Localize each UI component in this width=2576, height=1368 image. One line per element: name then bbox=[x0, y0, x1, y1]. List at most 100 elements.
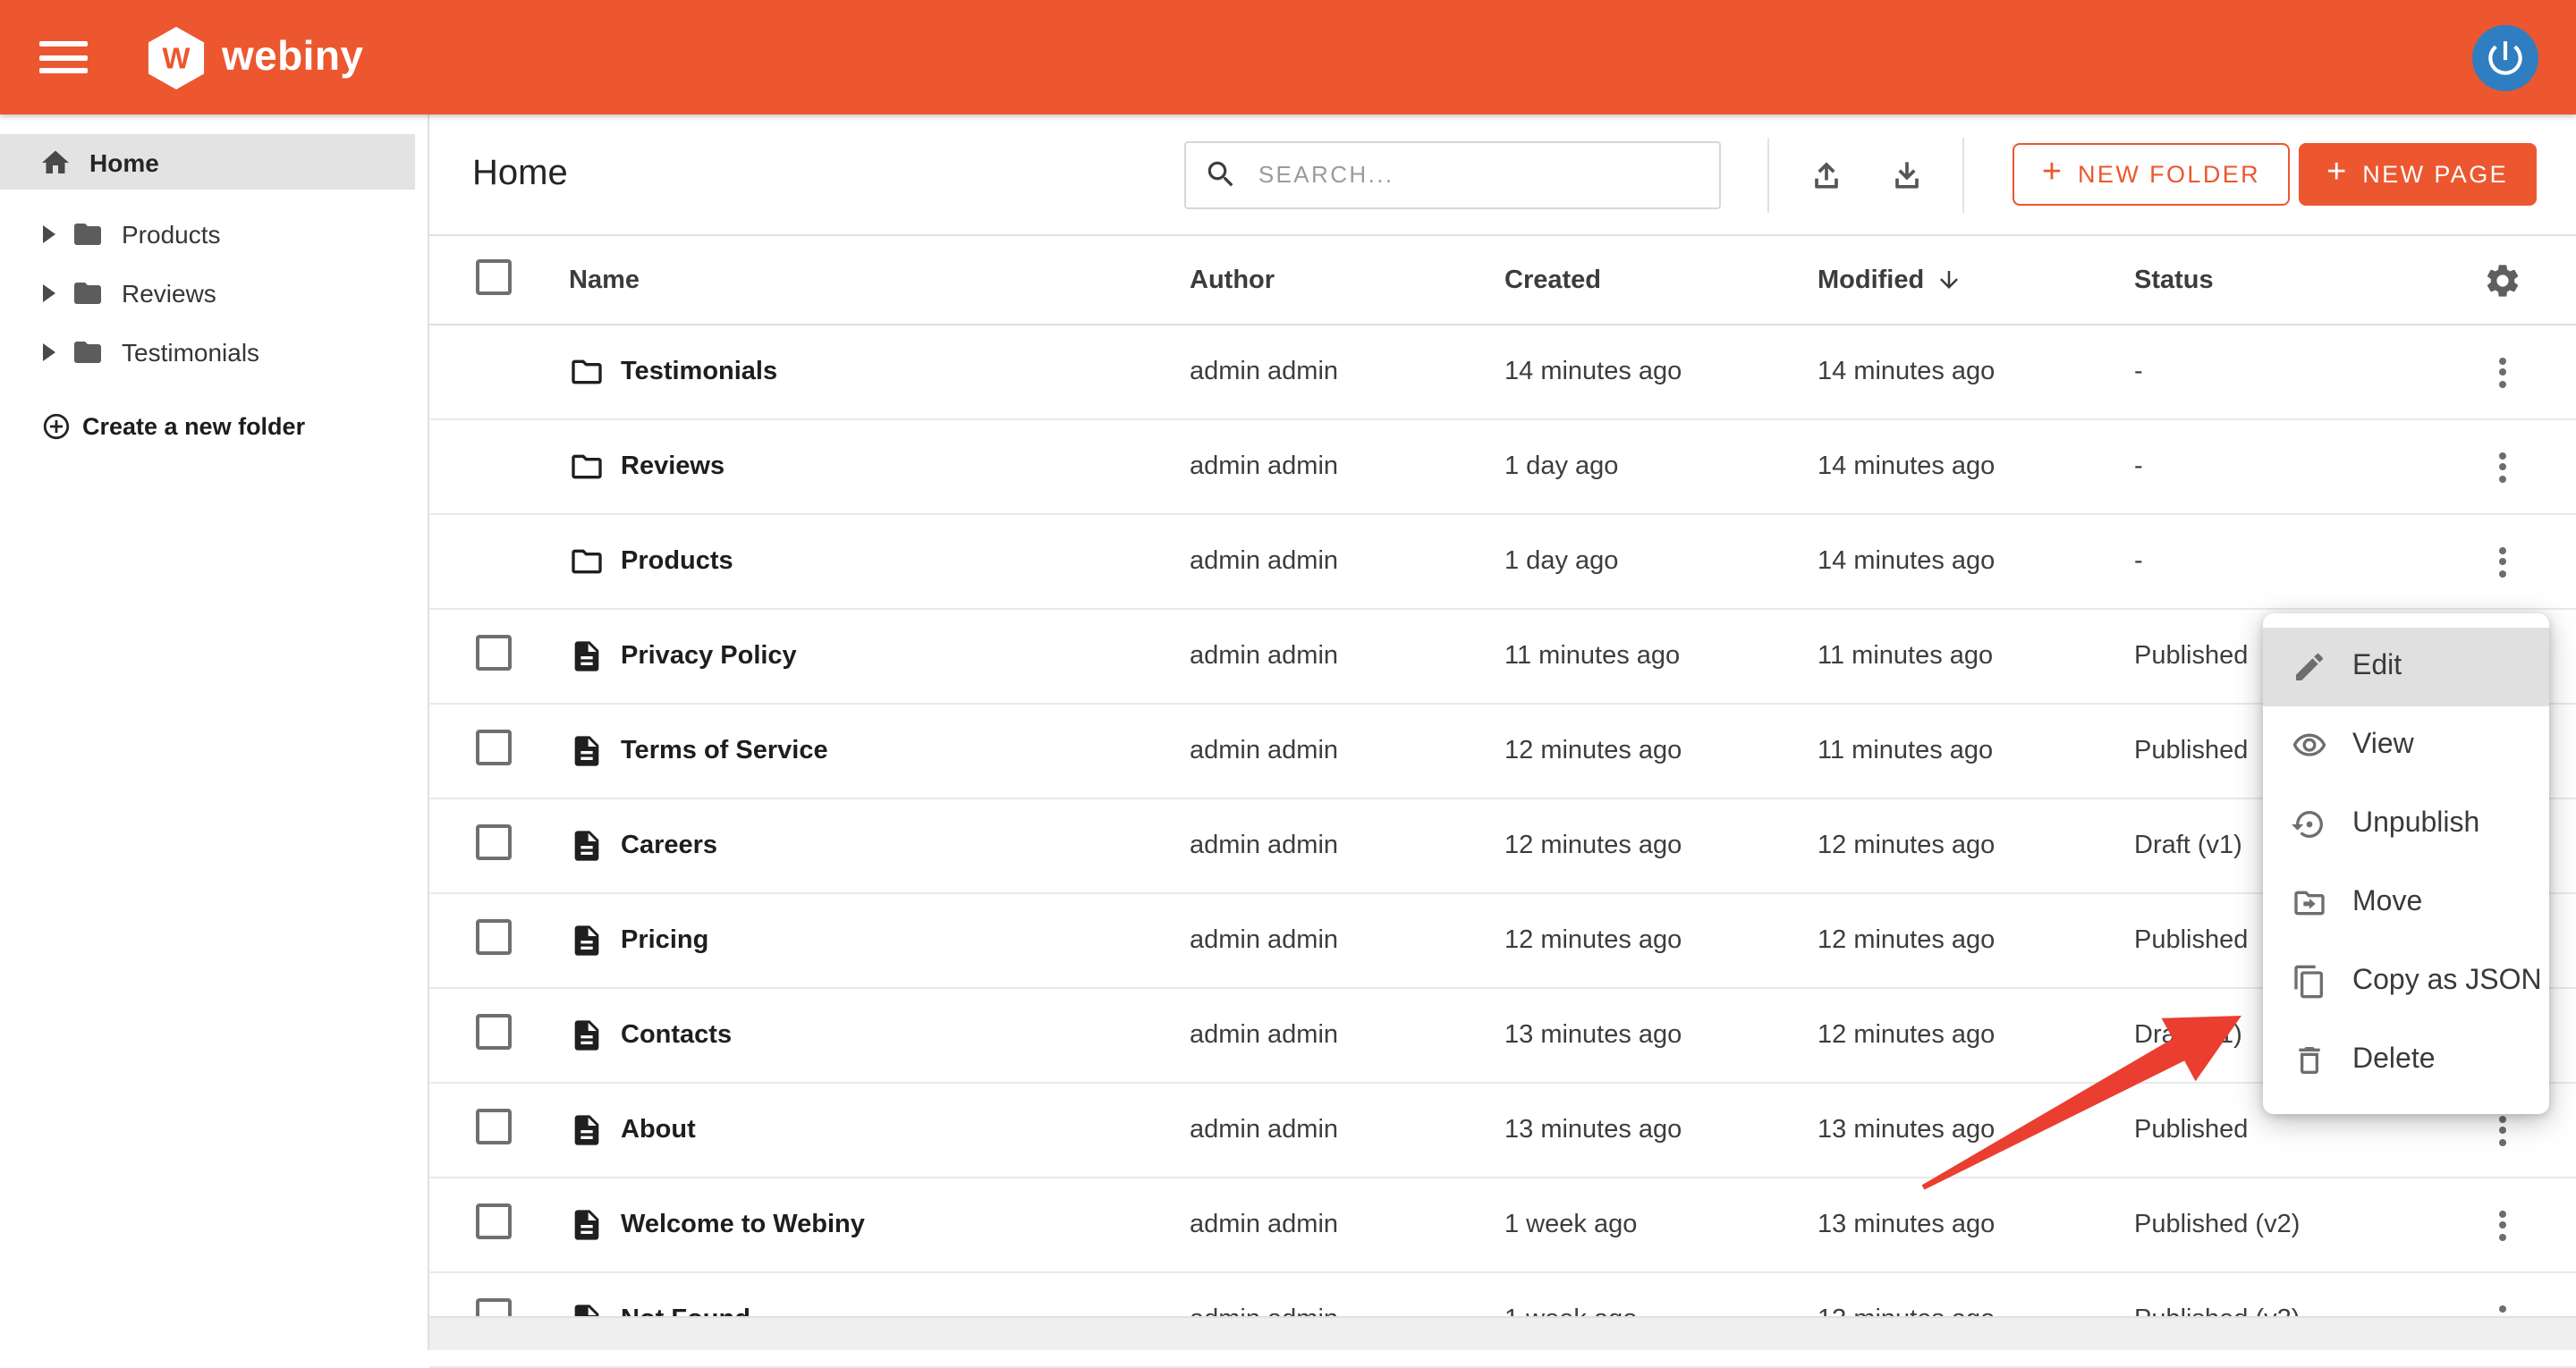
table-row[interactable]: Products admin admin 1 day ago 14 minute… bbox=[429, 515, 2576, 610]
document-icon bbox=[569, 1207, 605, 1243]
folder-icon bbox=[569, 354, 605, 390]
menu-item-edit[interactable]: Edit bbox=[2263, 628, 2549, 706]
create-new-folder-button[interactable]: Create a new folder bbox=[0, 411, 428, 442]
folder-icon bbox=[72, 276, 104, 308]
home-icon bbox=[39, 146, 72, 178]
user-avatar[interactable] bbox=[2472, 24, 2538, 90]
row-status: - bbox=[2134, 452, 2429, 481]
sidebar-item-products[interactable]: Products bbox=[0, 204, 428, 263]
row-name[interactable]: Welcome to Webiny bbox=[621, 1211, 865, 1239]
new-folder-button[interactable]: + NEW FOLDER bbox=[2013, 143, 2289, 206]
row-modified: 14 minutes ago bbox=[1818, 358, 2134, 386]
power-icon bbox=[2483, 35, 2528, 80]
table-row[interactable]: Privacy Policy admin admin 11 minutes ag… bbox=[429, 610, 2576, 705]
table-settings-gear-icon[interactable] bbox=[2483, 260, 2522, 300]
table-row[interactable]: Contacts admin admin 13 minutes ago 12 m… bbox=[429, 989, 2576, 1084]
sidebar-item-home[interactable]: Home bbox=[0, 134, 415, 190]
row-author: admin admin bbox=[1190, 737, 1504, 765]
row-name[interactable]: Contacts bbox=[621, 1021, 732, 1050]
row-actions-kebab-icon[interactable] bbox=[2488, 1198, 2517, 1252]
menu-item-label: View bbox=[2352, 730, 2414, 762]
caret-right-icon[interactable] bbox=[43, 342, 55, 360]
row-name[interactable]: Terms of Service bbox=[621, 737, 828, 765]
export-button[interactable] bbox=[1867, 139, 1947, 210]
table-row[interactable]: Reviews admin admin 1 day ago 14 minutes… bbox=[429, 420, 2576, 515]
menu-item-move[interactable]: Move bbox=[2263, 864, 2549, 942]
row-checkbox[interactable] bbox=[476, 919, 512, 955]
row-modified: 12 minutes ago bbox=[1818, 926, 2134, 955]
row-modified: 12 minutes ago bbox=[1818, 1021, 2134, 1050]
row-name[interactable]: About bbox=[621, 1116, 696, 1144]
row-author: admin admin bbox=[1190, 642, 1504, 671]
sidebar-item-label: Reviews bbox=[122, 278, 216, 307]
row-author: admin admin bbox=[1190, 926, 1504, 955]
table-body: Testimonials admin admin 14 minutes ago … bbox=[429, 325, 2576, 1368]
menu-item-unpublish[interactable]: Unpublish bbox=[2263, 785, 2549, 864]
row-actions-kebab-icon[interactable] bbox=[2488, 535, 2517, 588]
row-modified: 11 minutes ago bbox=[1818, 737, 2134, 765]
menu-item-label: Delete bbox=[2352, 1044, 2436, 1077]
row-author: admin admin bbox=[1190, 1211, 1504, 1239]
new-folder-label: NEW FOLDER bbox=[2078, 161, 2260, 188]
hamburger-menu-icon[interactable] bbox=[39, 33, 88, 81]
sidebar-item-label: Products bbox=[122, 219, 221, 248]
table-row[interactable]: Welcome to Webiny admin admin 1 week ago… bbox=[429, 1178, 2576, 1273]
row-name[interactable]: Products bbox=[621, 547, 733, 576]
column-header-created[interactable]: Created bbox=[1504, 266, 1818, 294]
column-header-name[interactable]: Name bbox=[569, 266, 1190, 294]
import-button[interactable] bbox=[1786, 139, 1867, 210]
row-actions-kebab-icon[interactable] bbox=[2488, 440, 2517, 494]
sidebar-item-reviews[interactable]: Reviews bbox=[0, 263, 428, 322]
row-created: 11 minutes ago bbox=[1504, 642, 1818, 671]
row-checkbox[interactable] bbox=[476, 635, 512, 671]
row-name[interactable]: Pricing bbox=[621, 926, 708, 955]
folder-move-icon bbox=[2292, 885, 2327, 921]
document-icon bbox=[569, 1018, 605, 1053]
row-author: admin admin bbox=[1190, 832, 1504, 860]
row-author: admin admin bbox=[1190, 1021, 1504, 1050]
menu-item-copy-as-json[interactable]: Copy as JSON bbox=[2263, 942, 2549, 1021]
row-checkbox[interactable] bbox=[476, 730, 512, 765]
table-row[interactable]: Testimonials admin admin 14 minutes ago … bbox=[429, 325, 2576, 420]
plus-icon: + bbox=[2326, 153, 2346, 192]
toolbar-divider bbox=[1963, 137, 1965, 212]
table-row[interactable]: About admin admin 13 minutes ago 13 minu… bbox=[429, 1084, 2576, 1178]
new-page-button[interactable]: + NEW PAGE bbox=[2298, 143, 2537, 206]
row-name[interactable]: Privacy Policy bbox=[621, 642, 797, 671]
menu-item-label: Move bbox=[2352, 887, 2422, 919]
menu-item-delete[interactable]: Delete bbox=[2263, 1021, 2549, 1100]
page-title: Home bbox=[472, 154, 568, 195]
select-all-checkbox[interactable] bbox=[476, 258, 512, 294]
row-created: 1 day ago bbox=[1504, 547, 1818, 576]
caret-right-icon[interactable] bbox=[43, 283, 55, 301]
row-name[interactable]: Careers bbox=[621, 832, 717, 860]
row-created: 13 minutes ago bbox=[1504, 1021, 1818, 1050]
row-status: - bbox=[2134, 358, 2429, 386]
menu-item-view[interactable]: View bbox=[2263, 706, 2549, 785]
column-header-status[interactable]: Status bbox=[2134, 266, 2429, 294]
table-row[interactable]: Terms of Service admin admin 12 minutes … bbox=[429, 705, 2576, 799]
row-author: admin admin bbox=[1190, 358, 1504, 386]
row-modified: 12 minutes ago bbox=[1818, 832, 2134, 860]
search-input[interactable] bbox=[1255, 159, 1702, 190]
sidebar-folder-tree: Products Reviews Testimonials bbox=[0, 204, 428, 381]
search-box[interactable] bbox=[1185, 140, 1722, 208]
column-header-author[interactable]: Author bbox=[1190, 266, 1504, 294]
row-modified: 11 minutes ago bbox=[1818, 642, 2134, 671]
table-header: Name Author Created Modified Status bbox=[429, 236, 2576, 325]
column-header-modified[interactable]: Modified bbox=[1818, 266, 2134, 294]
top-app-bar: W webiny bbox=[0, 0, 2576, 114]
row-actions-kebab-icon[interactable] bbox=[2488, 345, 2517, 399]
row-checkbox[interactable] bbox=[476, 1203, 512, 1239]
row-checkbox[interactable] bbox=[476, 824, 512, 860]
row-name[interactable]: Reviews bbox=[621, 452, 724, 481]
sidebar-item-testimonials[interactable]: Testimonials bbox=[0, 322, 428, 381]
table-row[interactable]: Careers admin admin 12 minutes ago 12 mi… bbox=[429, 799, 2576, 894]
row-checkbox[interactable] bbox=[476, 1109, 512, 1144]
row-name[interactable]: Testimonials bbox=[621, 358, 777, 386]
row-checkbox[interactable] bbox=[476, 1014, 512, 1050]
table-row[interactable]: Pricing admin admin 12 minutes ago 12 mi… bbox=[429, 894, 2576, 989]
webiny-logo[interactable]: W webiny bbox=[147, 24, 363, 90]
caret-right-icon[interactable] bbox=[43, 224, 55, 242]
row-created: 13 minutes ago bbox=[1504, 1116, 1818, 1144]
